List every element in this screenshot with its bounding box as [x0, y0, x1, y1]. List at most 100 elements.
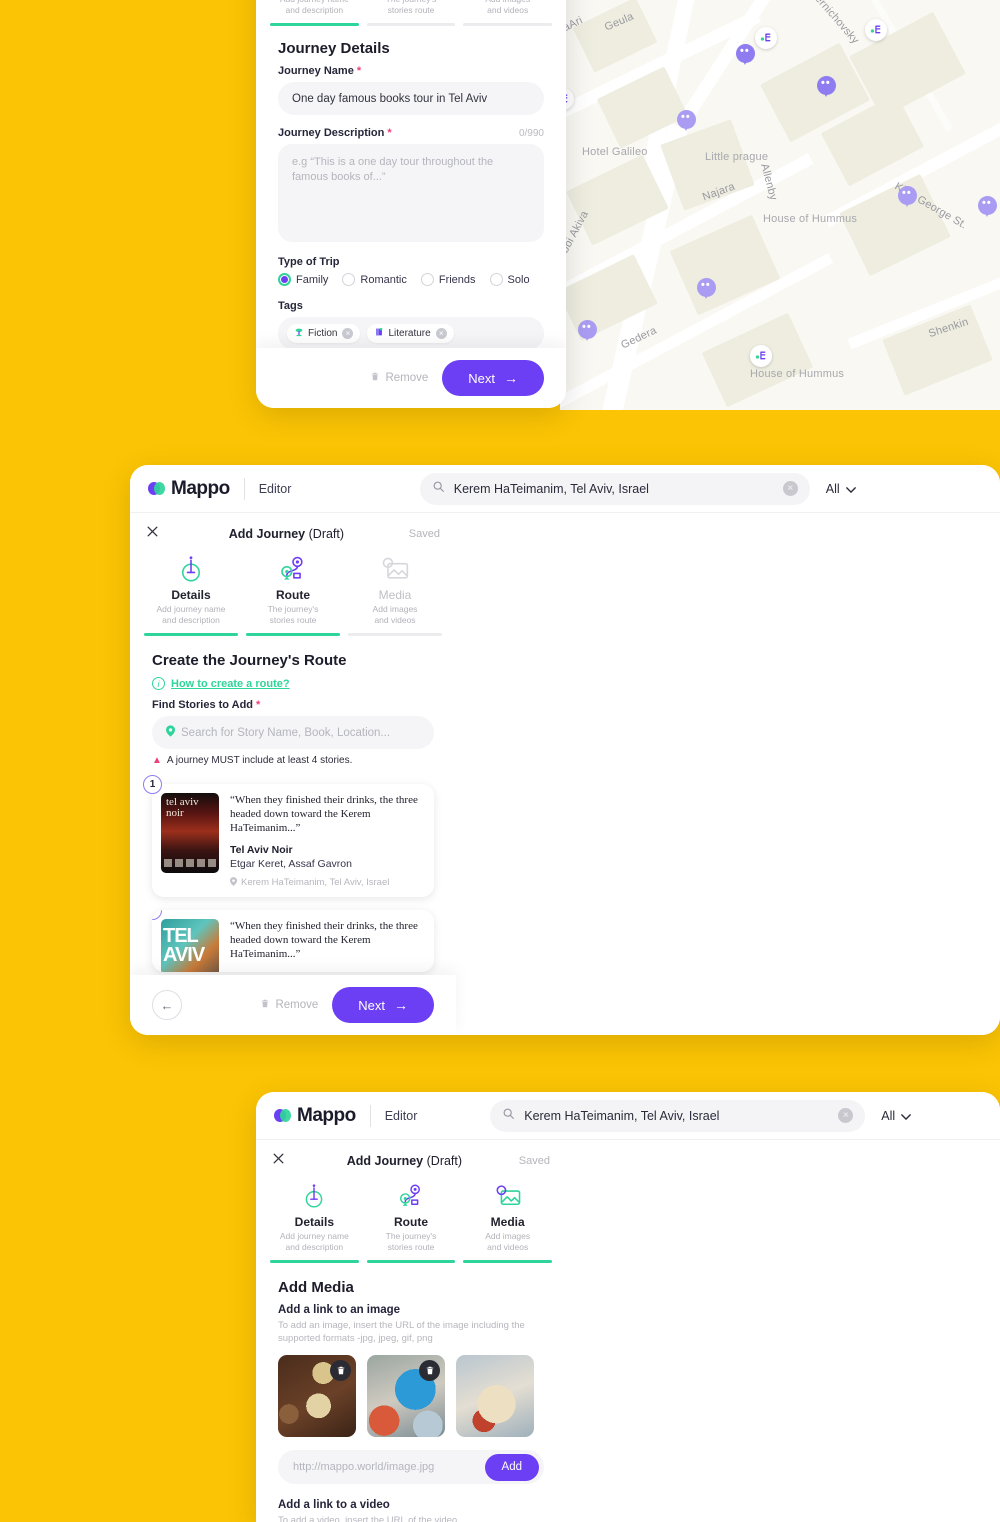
story-pin[interactable]: •• — [978, 196, 997, 220]
tab-route[interactable]: Route The journey'sstories route — [246, 552, 340, 636]
restaurant-pin[interactable] — [750, 345, 772, 367]
image-url-row: http://mappo.world/image.jpg Add — [278, 1450, 544, 1484]
tags-input[interactable]: Fiction × Literature × — [278, 317, 544, 348]
tag-remove-icon[interactable]: × — [342, 328, 354, 339]
image-thumbnails — [278, 1355, 544, 1437]
chevron-down-icon — [845, 482, 856, 496]
next-button[interactable]: Next → — [332, 987, 434, 1023]
tab-media[interactable]: Media Add imagesand videos — [463, 1179, 553, 1263]
story-pin[interactable]: •• — [898, 186, 917, 210]
radio-family[interactable]: Family — [278, 273, 328, 286]
tab-details-label: Details — [171, 588, 211, 602]
tab-route-label: Route — [276, 588, 310, 602]
filter-dropdown[interactable]: All — [881, 1109, 927, 1123]
image-thumbnail[interactable] — [367, 1355, 445, 1437]
story-card[interactable]: 1 tel aviv noir “When they finished thei… — [143, 775, 434, 897]
panel-title-main: Add Journey — [228, 526, 306, 541]
map-poi-label: House of Hummus — [750, 368, 845, 380]
tab-route[interactable]: Route The journey'sstories route — [366, 0, 456, 26]
how-to-link[interactable]: How to create a route? — [171, 678, 290, 690]
story-card[interactable]: 2 TEL AVIV “When they finished their dri… — [152, 910, 434, 972]
panel-title-draft: (Draft) — [308, 526, 345, 541]
radio-solo[interactable]: Solo — [489, 273, 530, 286]
story-pin[interactable]: •• — [578, 320, 597, 344]
image-url-input[interactable]: http://mappo.world/image.jpg — [293, 1461, 485, 1473]
route-step-icon — [246, 552, 340, 586]
image-thumbnail[interactable] — [278, 1355, 356, 1437]
find-stories-input[interactable]: Search for Story Name, Book, Location... — [152, 716, 434, 749]
tab-details[interactable]: Details Add journey nameand description — [270, 0, 359, 26]
map-poi-label: Little prague — [705, 151, 769, 163]
route-footer: ← Remove Next → — [130, 975, 456, 1035]
delete-image-icon[interactable] — [330, 1360, 351, 1381]
how-to-create-route[interactable]: i How to create a route? — [152, 677, 434, 690]
back-button[interactable]: ← — [152, 990, 182, 1020]
tab-route-label: Route — [394, 1215, 428, 1229]
tag-chip[interactable]: Fiction × — [287, 324, 361, 343]
location-pin-icon — [230, 877, 237, 888]
next-button[interactable]: Next → — [442, 360, 544, 396]
search-input[interactable] — [524, 1108, 839, 1123]
image-thumbnail[interactable] — [456, 1355, 534, 1437]
tab-details-desc: Add journey nameand description — [280, 0, 349, 15]
clear-search-icon[interactable]: × — [782, 481, 798, 496]
search-field[interactable]: × — [490, 1099, 866, 1132]
remove-button[interactable]: Remove — [260, 998, 318, 1012]
delete-image-icon[interactable] — [419, 1360, 440, 1381]
saved-status: Saved — [408, 527, 440, 540]
info-icon: i — [152, 677, 165, 690]
app-topbar: Mappo Editor × All — [130, 465, 1000, 513]
tab-route-desc: The journey'sstories route — [386, 0, 437, 15]
tab-details[interactable]: Details Add journey nameand description — [270, 1179, 359, 1263]
filter-dropdown[interactable]: All — [826, 482, 872, 496]
tab-media[interactable]: Media Add imagesand videos — [463, 0, 553, 26]
map-top[interactable]: HaAri Geula Tchernichovsky Hotel Galileo… — [560, 0, 1000, 410]
logo[interactable]: Mappo — [256, 1105, 356, 1127]
story-pin[interactable]: •• — [677, 110, 696, 134]
type-of-trip-label: Type of Trip — [278, 256, 340, 268]
journey-description-textarea[interactable]: e.g “This is a one day tour throughout t… — [278, 144, 544, 242]
tab-details-label: Details — [294, 1215, 335, 1229]
search-field[interactable]: × — [419, 472, 810, 505]
logo[interactable]: Mappo — [130, 478, 230, 500]
story-pin[interactable]: •• — [736, 44, 755, 68]
step-tabs: Details Add journey nameand description — [256, 1173, 566, 1263]
radio-romantic[interactable]: Romantic — [342, 273, 407, 286]
tag-remove-icon[interactable]: × — [435, 328, 447, 339]
story-pin[interactable]: •• — [817, 76, 836, 100]
story-quote: “When they finished their drinks, the th… — [230, 794, 418, 834]
arrow-right-icon: → — [504, 370, 518, 386]
story-pin[interactable]: •• — [697, 278, 716, 302]
stories-warning: ▲ A journey MUST include at least 4 stor… — [152, 755, 353, 766]
location-pin-icon — [166, 725, 175, 740]
book-cover: tel aviv noir — [161, 793, 219, 873]
step-tabs: Details Add journey nameand description … — [256, 0, 566, 26]
required-marker: * — [356, 65, 362, 77]
journey-name-input[interactable]: One day famous books tour in Tel Aviv — [278, 82, 544, 115]
tab-media[interactable]: Media Add imagesand videos — [348, 552, 442, 636]
remove-button[interactable]: Remove — [370, 371, 428, 385]
clear-search-icon[interactable]: × — [838, 1108, 854, 1123]
cover-title: TEL AVIV — [163, 925, 205, 966]
image-link-heading: Add a link to an image — [278, 1304, 401, 1316]
tab-details-desc: Add journey nameand description — [279, 1231, 349, 1252]
editor-label: Editor — [258, 481, 292, 496]
panel-header: Add Journey (Draft) Saved — [130, 513, 456, 546]
restaurant-pin[interactable] — [865, 19, 887, 41]
brand-name: Mappo — [171, 477, 230, 499]
close-icon[interactable] — [272, 1152, 290, 1169]
tab-route[interactable]: Route The journey'sstories route — [366, 1179, 456, 1263]
app-topbar: Mappo Editor × All — [256, 1092, 1000, 1140]
tab-details[interactable]: Details Add journey nameand description — [144, 552, 238, 636]
panel-header: Add Journey (Draft) Saved — [256, 1140, 566, 1173]
radio-friends[interactable]: Friends — [420, 273, 476, 286]
tag-chip[interactable]: Literature × — [367, 324, 454, 343]
restaurant-pin[interactable] — [755, 27, 777, 49]
panel-title-main: Add Journey — [346, 1153, 424, 1168]
add-image-button[interactable]: Add — [484, 1453, 539, 1481]
video-link-heading: Add a link to a video — [278, 1499, 390, 1511]
tab-media-desc: Add imagesand videos — [372, 604, 418, 625]
search-input[interactable] — [453, 481, 783, 496]
search-area: × All — [417, 1099, 1000, 1132]
close-icon[interactable] — [146, 525, 164, 542]
